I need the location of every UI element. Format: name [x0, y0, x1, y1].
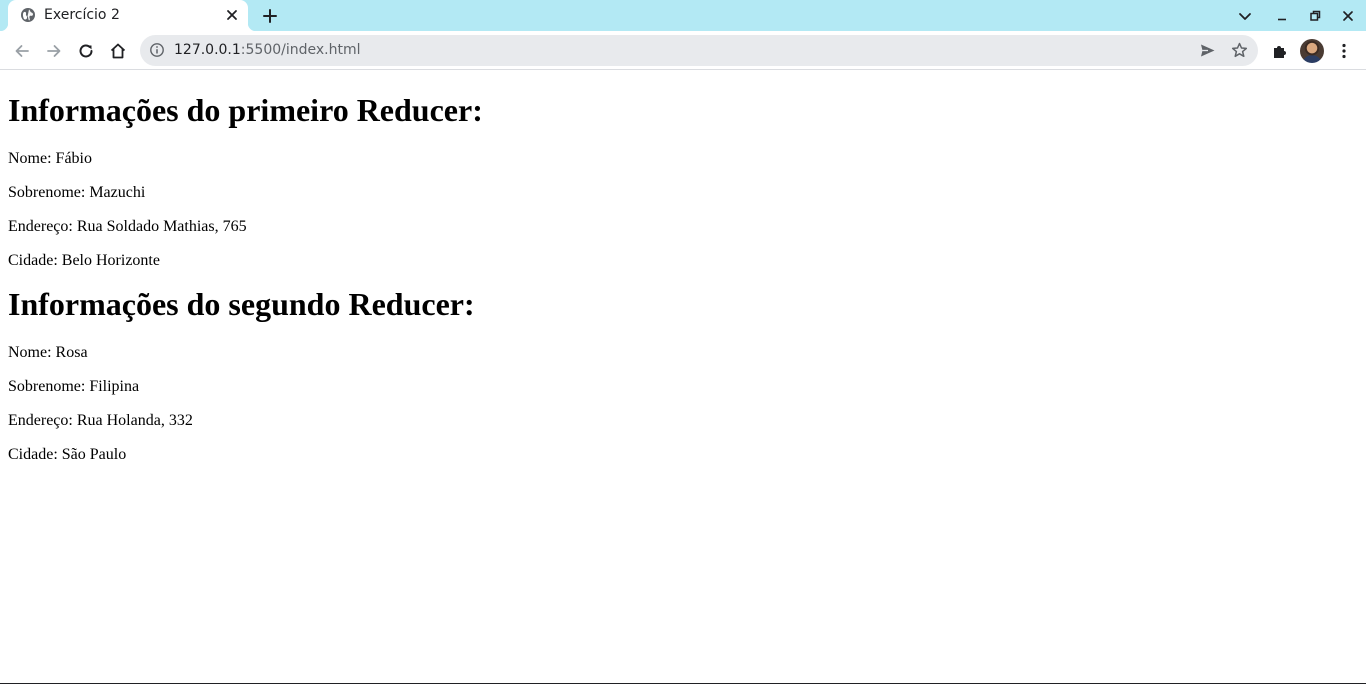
profile-avatar[interactable] [1300, 39, 1324, 63]
restore-icon[interactable] [1306, 7, 1324, 25]
url-host: 127.0.0.1 [174, 42, 241, 58]
field-sobrenome: Sobrenome: Mazuchi [8, 184, 146, 201]
page-content: Informações do primeiro Reducer: Nome: F… [0, 71, 1366, 683]
url-path: :5500/index.html [240, 42, 361, 58]
field-nome: Nome: Fábio [8, 150, 92, 167]
field-cidade: Cidade: São Paulo [8, 446, 127, 463]
field-cidade: Cidade: Belo Horizonte [8, 252, 160, 269]
tab-close-icon[interactable] [223, 6, 241, 24]
tab-strip: Exercício 2 [0, 0, 1366, 31]
tab-search-chevron-icon[interactable] [1236, 7, 1254, 25]
reducer-section-1: Informações do primeiro Reducer: Nome: F… [8, 92, 1358, 270]
browser-toolbar: 127.0.0.1:5500/index.html [0, 31, 1366, 70]
home-icon[interactable] [108, 41, 128, 61]
star-icon[interactable] [1230, 41, 1249, 60]
reducer-section-2: Informações do segundo Reducer: Nome: Ro… [8, 286, 1358, 464]
send-icon[interactable] [1198, 41, 1217, 60]
forward-arrow-icon[interactable] [44, 41, 64, 61]
section-heading: Informações do primeiro Reducer: [8, 92, 483, 128]
info-icon[interactable] [149, 42, 165, 58]
field-nome: Nome: Rosa [8, 344, 88, 361]
close-window-icon[interactable] [1339, 7, 1357, 25]
tab-title: Exercício 2 [44, 7, 120, 23]
field-sobrenome: Sobrenome: Filipina [8, 378, 140, 395]
extensions-puzzle-icon[interactable] [1270, 41, 1290, 61]
back-arrow-icon[interactable] [12, 41, 32, 61]
field-endereco: Endereço: Rua Soldado Mathias, 765 [8, 218, 247, 235]
reload-icon[interactable] [76, 41, 96, 61]
active-tab[interactable]: Exercício 2 [0, 0, 256, 31]
kebab-menu-icon[interactable] [1334, 41, 1354, 61]
minimize-icon[interactable] [1273, 7, 1291, 25]
url-text[interactable]: 127.0.0.1:5500/index.html [174, 42, 361, 58]
section-heading: Informações do segundo Reducer: [8, 286, 475, 322]
address-bar[interactable]: 127.0.0.1:5500/index.html [140, 35, 1258, 66]
globe-icon [21, 8, 35, 22]
new-tab-plus-icon[interactable] [260, 6, 280, 26]
field-endereco: Endereço: Rua Holanda, 332 [8, 412, 193, 429]
